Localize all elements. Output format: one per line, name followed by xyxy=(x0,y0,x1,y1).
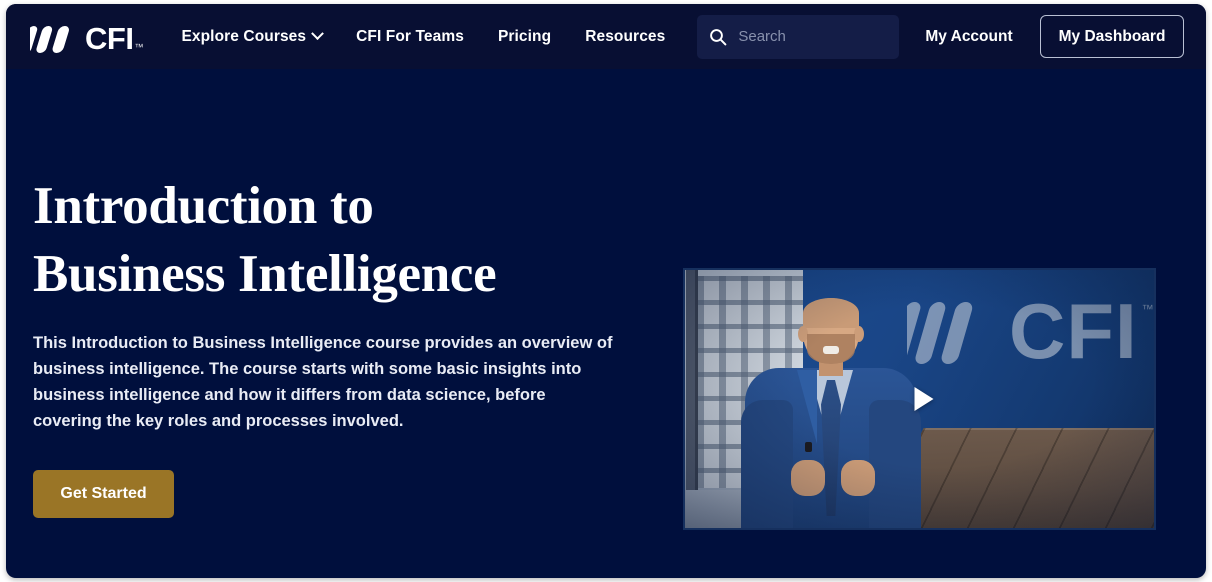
my-account-link[interactable]: My Account xyxy=(925,28,1012,46)
get-started-button[interactable]: Get Started xyxy=(33,470,174,518)
play-icon[interactable] xyxy=(914,387,933,411)
nav-item-explore-courses-label: Explore Courses xyxy=(181,27,307,45)
nav-links: Explore Courses CFI For Teams Pricing Re… xyxy=(181,27,665,46)
nav-item-explore-courses[interactable]: Explore Courses xyxy=(181,27,324,46)
page-title: Introduction to Business Intelligence xyxy=(33,172,633,308)
page-title-line-2: Business Intelligence xyxy=(33,245,497,303)
hero-content: Introduction to Business Intelligence Th… xyxy=(33,172,633,518)
course-description: This Introduction to Business Intelligen… xyxy=(33,334,613,430)
top-navigation-bar: CFI ™ Explore Courses CFI For Teams Pric… xyxy=(6,4,1206,69)
search-input[interactable]: Search xyxy=(697,14,900,59)
search-placeholder-text: Search xyxy=(738,28,786,45)
cfi-logo-text: CFI xyxy=(85,20,134,56)
nav-item-pricing-label: Pricing xyxy=(497,27,552,45)
nav-item-cfi-for-teams[interactable]: CFI For Teams xyxy=(356,28,464,46)
nav-item-resources[interactable]: Resources xyxy=(585,28,665,46)
cfi-logo-trademark: ™ xyxy=(134,41,144,52)
page-root: CFI ™ Explore Courses CFI For Teams Pric… xyxy=(6,4,1206,578)
nav-item-cfi-for-teams-label: CFI For Teams xyxy=(356,27,464,45)
cfi-logo-bars-icon xyxy=(30,25,69,53)
search-icon xyxy=(710,28,727,45)
course-video-thumbnail[interactable]: CFI ™ xyxy=(683,268,1156,530)
cfi-logo[interactable]: CFI ™ xyxy=(30,20,143,54)
page-title-line-1: Introduction to xyxy=(33,177,374,235)
nav-item-pricing[interactable]: Pricing xyxy=(498,28,551,46)
hero-section: Introduction to Business Intelligence Th… xyxy=(6,69,1206,578)
nav-item-resources-label: Resources xyxy=(585,27,666,45)
my-dashboard-button[interactable]: My Dashboard xyxy=(1039,15,1185,58)
chevron-down-icon xyxy=(311,27,324,41)
